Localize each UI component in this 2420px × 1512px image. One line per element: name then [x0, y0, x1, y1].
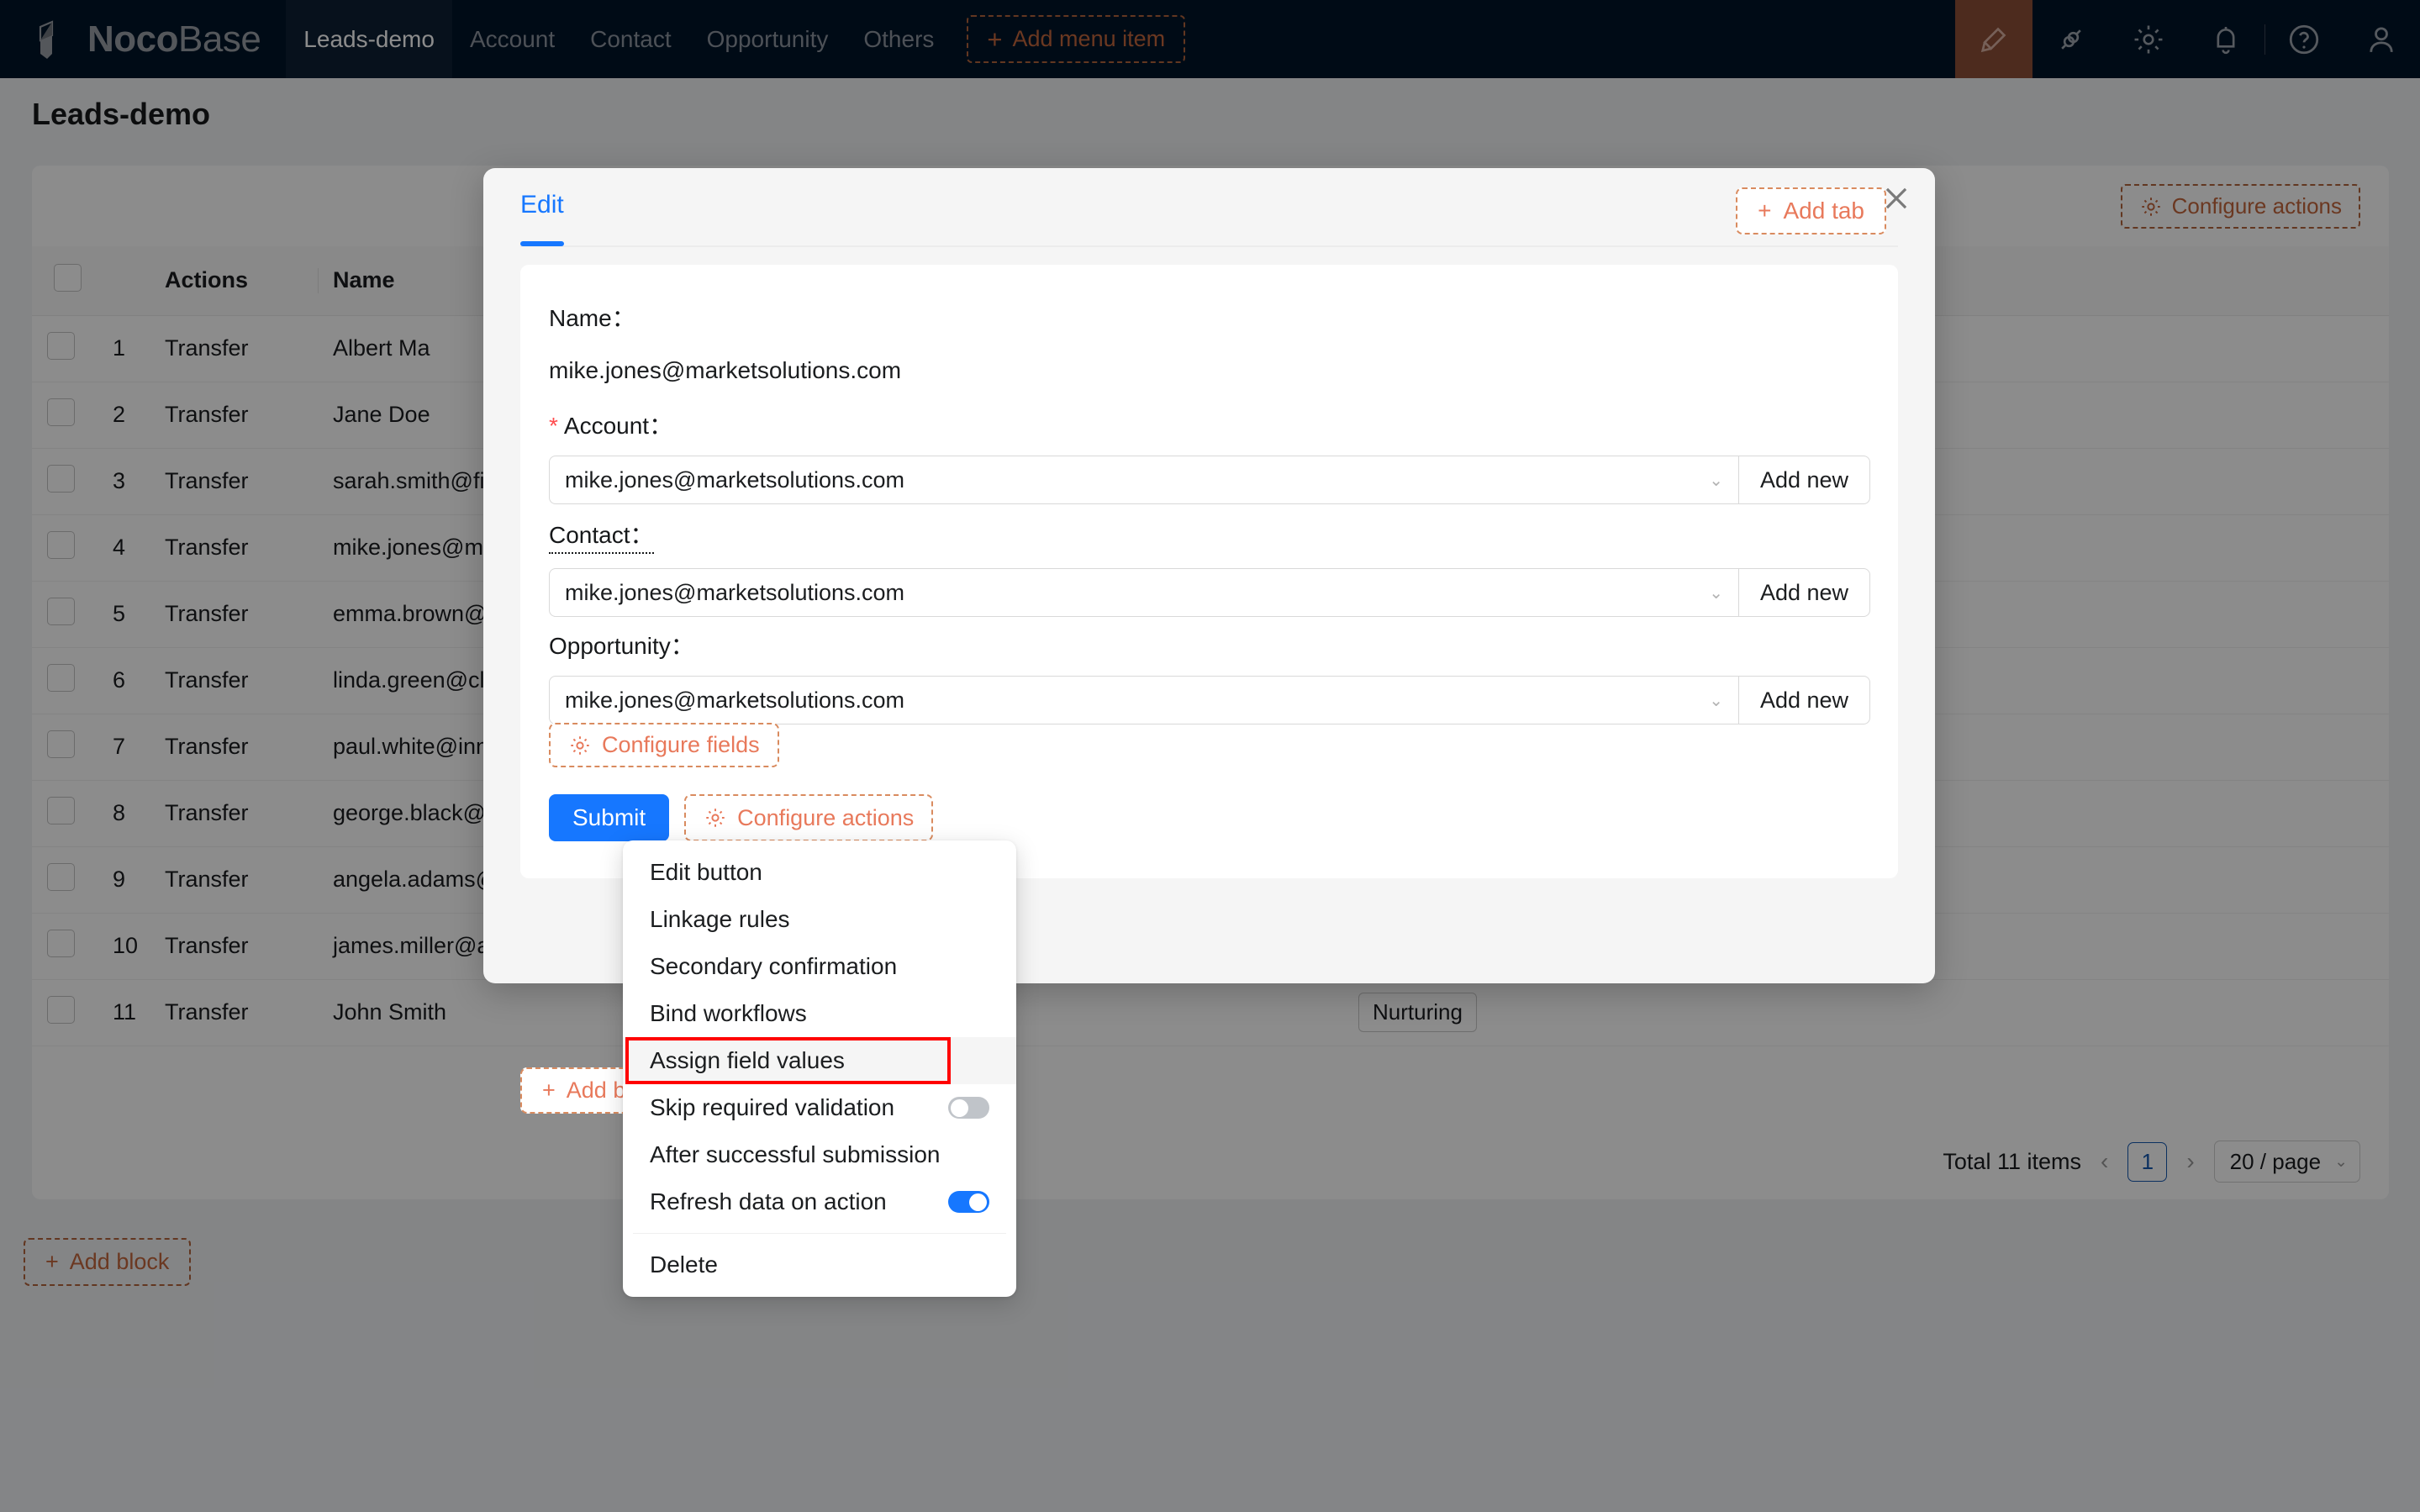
field-name-label: Name： [549, 300, 901, 334]
menu-item-label: Assign field values [650, 1047, 989, 1074]
menu-item-label: Refresh data on action [650, 1188, 933, 1215]
menu-item-assign-field-values[interactable]: Assign field values [623, 1037, 1016, 1084]
chevron-down-icon: ⌄ [1709, 470, 1723, 491]
refresh-data-on-action-toggle[interactable] [948, 1191, 989, 1213]
account-add-new-button[interactable]: Add new [1738, 456, 1870, 504]
account-select-row: mike.jones@marketsolutions.com ⌄ Add new [549, 456, 1870, 504]
field-label-text: Name [549, 305, 612, 331]
close-icon[interactable] [1874, 176, 1918, 220]
field-label-colon: ： [649, 413, 672, 439]
chevron-down-icon: ⌄ [1709, 582, 1723, 603]
required-asterisk: * [549, 413, 558, 439]
toggle-knob [969, 1193, 987, 1211]
field-label-text: Contact [549, 522, 630, 548]
gear-icon [568, 734, 592, 757]
opportunity-select-row: mike.jones@marketsolutions.com ⌄ Add new [549, 676, 1870, 724]
menu-item-label: Bind workflows [650, 1000, 989, 1027]
field-contact-label[interactable]: Contact： [549, 517, 654, 554]
skip-required-validation-toggle[interactable] [948, 1097, 989, 1119]
field-label-text: Opportunity [549, 633, 671, 659]
field-name: Name： mike.jones@marketsolutions.com [549, 300, 901, 384]
account-select-value: mike.jones@marketsolutions.com [565, 467, 1700, 493]
gear-icon [704, 806, 727, 830]
contact-select-value: mike.jones@marketsolutions.com [565, 580, 1700, 606]
configure-actions-button-form[interactable]: Configure actions [684, 794, 933, 841]
add-tab-label: Add tab [1783, 198, 1864, 224]
chevron-down-icon: ⌄ [1709, 690, 1723, 711]
menu-item-label: Linkage rules [650, 906, 989, 933]
configure-fields-label: Configure fields [602, 732, 760, 758]
opportunity-add-new-button[interactable]: Add new [1738, 676, 1870, 724]
menu-item-label: After successful submission [650, 1141, 989, 1168]
field-opportunity: Opportunity： mike.jones@marketsolutions.… [549, 628, 1870, 724]
configure-actions-dropdown-menu: Edit button Linkage rules Secondary conf… [623, 840, 1016, 1297]
account-select[interactable]: mike.jones@marketsolutions.com ⌄ [549, 456, 1738, 504]
menu-item-edit-button[interactable]: Edit button [623, 849, 1016, 896]
field-account: *Account： mike.jones@marketsolutions.com… [549, 408, 1870, 504]
field-label-colon: ： [630, 522, 654, 548]
menu-separator [633, 1233, 1006, 1234]
toggle-knob [951, 1099, 968, 1117]
menu-item-after-successful-submission[interactable]: After successful submission [623, 1131, 1016, 1178]
submit-button[interactable]: Submit [549, 794, 669, 841]
menu-item-refresh-data-on-action[interactable]: Refresh data on action [623, 1178, 1016, 1225]
field-label-text: Account [564, 413, 649, 439]
menu-item-label: Delete [650, 1251, 989, 1278]
opportunity-select[interactable]: mike.jones@marketsolutions.com ⌄ [549, 676, 1738, 724]
modal-header: Edit + Add tab [483, 168, 1935, 250]
menu-item-label: Edit button [650, 859, 989, 886]
close-glyph [1880, 182, 1912, 214]
menu-item-delete[interactable]: Delete [623, 1241, 1016, 1288]
menu-item-linkage-rules[interactable]: Linkage rules [623, 896, 1016, 943]
configure-actions-label: Configure actions [737, 805, 914, 831]
plus-icon: + [542, 1077, 556, 1104]
plus-icon: + [1758, 198, 1771, 224]
field-label-colon: ： [671, 633, 694, 659]
menu-item-bind-workflows[interactable]: Bind workflows [623, 990, 1016, 1037]
field-contact: Contact： mike.jones@marketsolutions.com … [549, 517, 1870, 617]
contact-select-row: mike.jones@marketsolutions.com ⌄ Add new [549, 568, 1870, 617]
field-name-value: mike.jones@marketsolutions.com [549, 357, 901, 384]
menu-item-skip-required-validation[interactable]: Skip required validation [623, 1084, 1016, 1131]
tab-edit[interactable]: Edit [520, 191, 564, 219]
menu-item-label: Secondary confirmation [650, 953, 989, 980]
tab-edit-label: Edit [520, 191, 564, 219]
edit-form-card: Name： mike.jones@marketsolutions.com *Ac… [520, 265, 1898, 878]
field-account-label: *Account： [549, 408, 1870, 441]
field-opportunity-label: Opportunity： [549, 628, 1870, 661]
add-tab-button[interactable]: + Add tab [1736, 187, 1886, 234]
menu-item-label: Skip required validation [650, 1094, 933, 1121]
field-label-colon: ： [612, 305, 635, 331]
contact-add-new-button[interactable]: Add new [1738, 568, 1870, 617]
opportunity-select-value: mike.jones@marketsolutions.com [565, 688, 1700, 714]
configure-fields-button[interactable]: Configure fields [549, 723, 779, 767]
form-actions-row: Submit Configure actions [549, 794, 933, 841]
tabbar-divider [520, 245, 1898, 247]
contact-select[interactable]: mike.jones@marketsolutions.com ⌄ [549, 568, 1738, 617]
menu-item-secondary-confirmation[interactable]: Secondary confirmation [623, 943, 1016, 990]
